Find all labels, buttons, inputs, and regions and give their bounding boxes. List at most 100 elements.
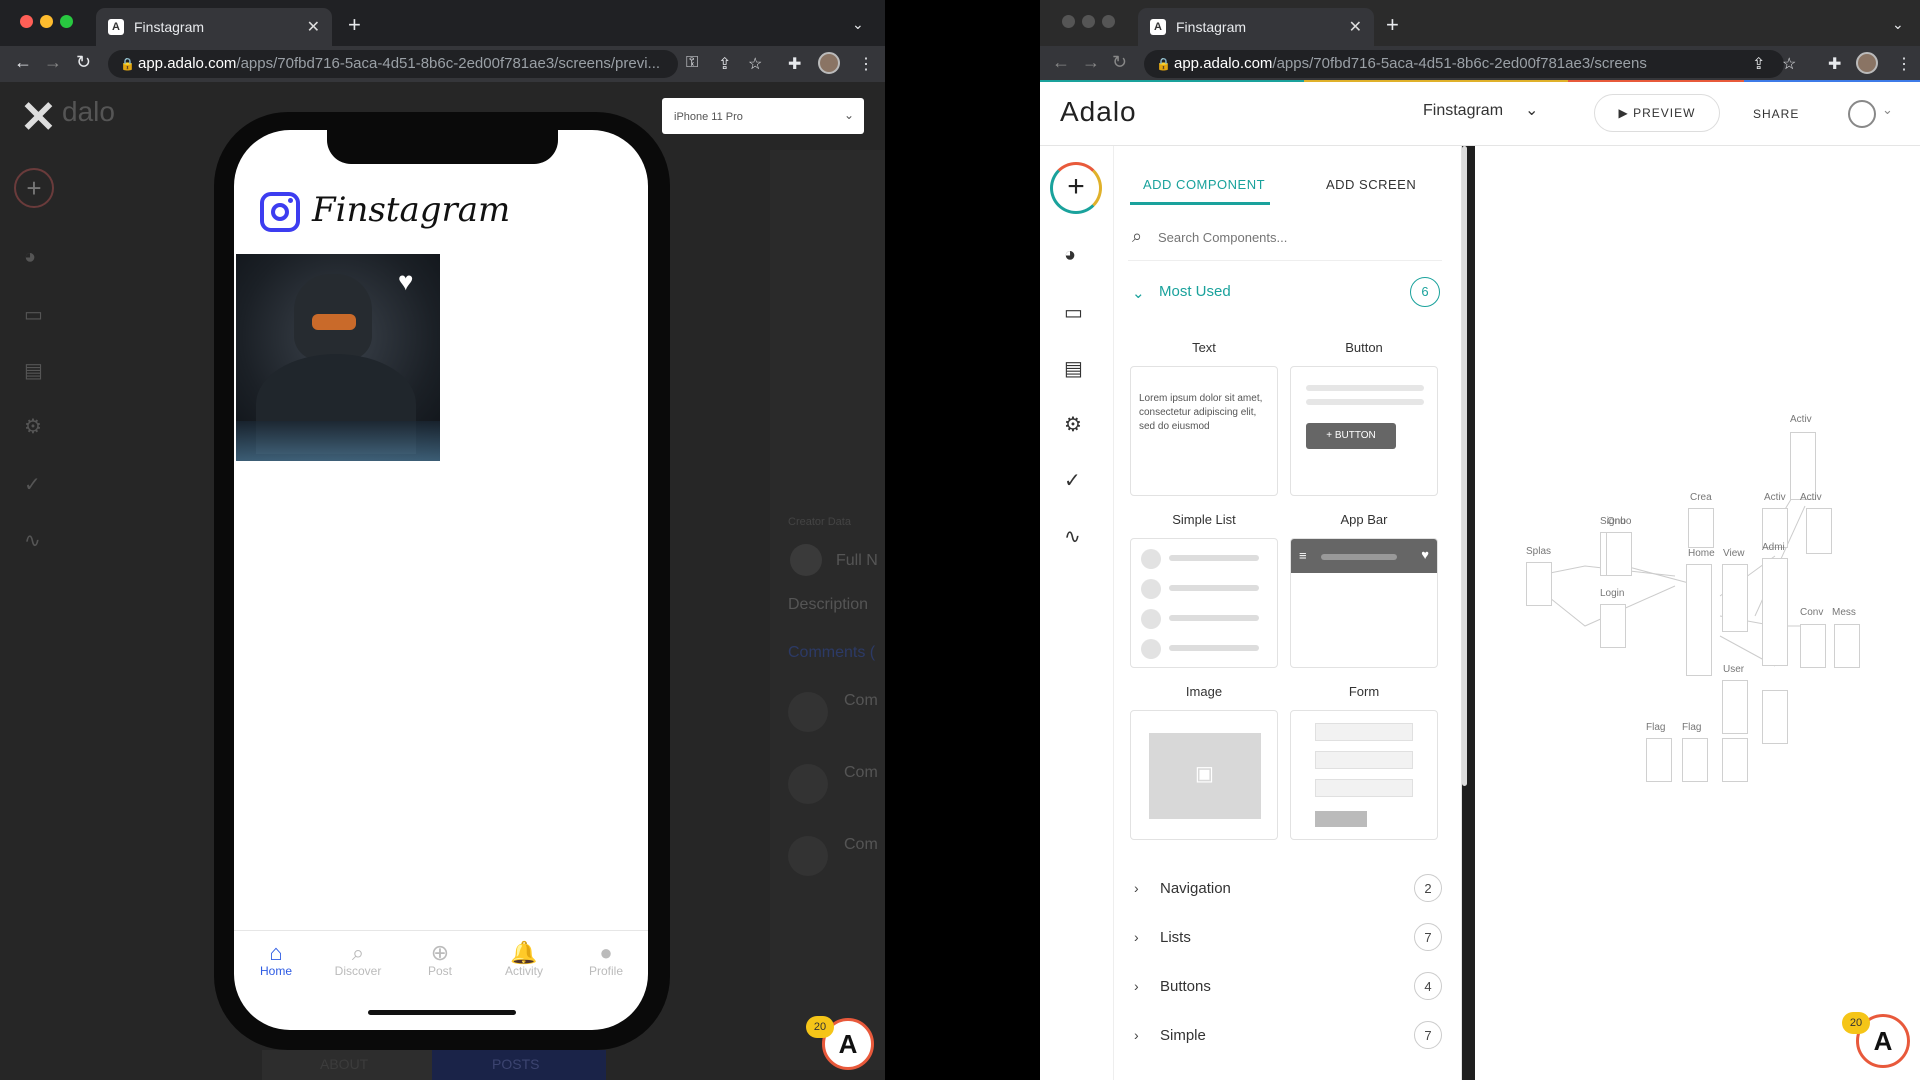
component-button-card[interactable]: + BUTTON [1290, 366, 1438, 496]
forward-button[interactable]: → [44, 52, 62, 73]
back-button[interactable]: ← [1052, 52, 1070, 73]
share-icon[interactable]: ⇪ [1752, 54, 1765, 74]
category-count: 2 [1414, 874, 1442, 902]
bell-icon: 🔔 [510, 940, 538, 965]
minimize-window-button[interactable] [40, 15, 53, 28]
address-bar[interactable]: 🔒 app.adalo.com/apps/70fbd716-5aca-4d51-… [1144, 50, 1784, 78]
maximize-window-button[interactable] [60, 15, 73, 28]
tab-bar-divider [234, 930, 648, 931]
screen-thumb[interactable] [1682, 738, 1708, 782]
preview-button[interactable]: ▶ PREVIEW [1594, 94, 1720, 132]
screen-thumb[interactable] [1722, 564, 1748, 632]
category-lists[interactable]: › Lists 7 [1128, 923, 1442, 969]
screen-label: Splas [1526, 546, 1552, 557]
chevron-down-icon[interactable]: ⌄ [1132, 284, 1145, 302]
close-tab-icon[interactable]: ✕ [307, 17, 320, 37]
forward-button[interactable]: → [1082, 52, 1100, 73]
component-form-card[interactable] [1290, 710, 1438, 840]
screen-thumb[interactable] [1526, 562, 1552, 606]
category-buttons[interactable]: › Buttons 4 [1128, 972, 1442, 1018]
tab-home[interactable]: ⌂ Home [246, 940, 306, 978]
device-select[interactable]: iPhone 11 Pro ⌄ [662, 98, 864, 134]
screen-thumb[interactable] [1646, 738, 1672, 782]
new-tab-button[interactable]: + [1386, 12, 1399, 38]
share-icon[interactable]: ⇪ [718, 54, 731, 74]
screen-thumb[interactable] [1806, 508, 1832, 554]
instagram-logo-icon [260, 192, 300, 232]
screens-icon[interactable]: ▭ [1064, 300, 1083, 325]
panel-scrollbar[interactable] [1462, 146, 1467, 786]
preview-label: PREVIEW [1633, 106, 1696, 120]
settings-icon[interactable]: ⚙ [1064, 412, 1082, 437]
tab-list-chevron-icon[interactable]: ⌄ [852, 16, 864, 33]
browser-tab[interactable]: A Finstagram ✕ [96, 8, 332, 46]
screen-thumb[interactable] [1722, 680, 1748, 734]
tab-profile[interactable]: ● Profile [576, 940, 636, 978]
address-bar[interactable]: 🔒 app.adalo.com/apps/70fbd716-5aca-4d51-… [108, 50, 678, 78]
share-button[interactable]: SHARE [1753, 107, 1799, 121]
tab-title: Finstagram [1176, 19, 1247, 35]
menu-kebab-icon[interactable]: ⋮ [1896, 54, 1912, 74]
screen-thumb[interactable] [1688, 508, 1714, 548]
minimize-window-button[interactable] [1082, 15, 1095, 28]
new-tab-button[interactable]: + [348, 12, 361, 38]
screen-thumb[interactable] [1606, 532, 1632, 576]
category-navigation[interactable]: › Navigation 2 [1128, 874, 1442, 920]
add-panel-button[interactable]: + [1050, 162, 1102, 214]
screen-thumb[interactable] [1762, 558, 1788, 666]
phone-notch [327, 128, 558, 164]
bookmark-star-icon[interactable]: ☆ [748, 54, 762, 74]
extensions-icon[interactable]: ✚ [1828, 54, 1841, 74]
menu-kebab-icon[interactable]: ⋮ [858, 54, 874, 74]
heart-icon[interactable]: ♥ [398, 266, 413, 297]
browser-tab[interactable]: A Finstagram ✕ [1138, 8, 1374, 46]
most-used-label[interactable]: Most Used [1159, 283, 1231, 300]
profile-avatar[interactable] [1856, 52, 1878, 74]
screen-label: View [1723, 548, 1745, 559]
app-name-dropdown[interactable]: Finstagram [1423, 102, 1503, 120]
component-app-bar-card[interactable]: ≡ ♥ [1290, 538, 1438, 668]
back-button[interactable]: ← [14, 52, 32, 73]
lock-icon: 🔒 [120, 57, 135, 71]
screen-thumb[interactable] [1790, 432, 1816, 500]
close-preview-icon[interactable]: ✕ [20, 96, 57, 140]
reload-button[interactable]: ↻ [76, 52, 91, 73]
tab-add-screen[interactable]: ADD SCREEN [1326, 177, 1416, 192]
screen-thumb[interactable] [1686, 564, 1712, 676]
close-tab-icon[interactable]: ✕ [1349, 17, 1362, 37]
window-gap [885, 0, 1040, 1080]
category-simple[interactable]: › Simple 7 [1128, 1021, 1442, 1067]
component-text-card[interactable]: Lorem ipsum dolor sit amet, consectetur … [1130, 366, 1278, 496]
maximize-window-button[interactable] [1102, 15, 1115, 28]
screen-thumb[interactable] [1834, 624, 1860, 668]
tab-discover[interactable]: ⌕ Discover [328, 940, 388, 978]
component-simple-list-card[interactable] [1130, 538, 1278, 668]
tab-post[interactable]: ⊕ Post [410, 940, 470, 978]
chevron-down-icon[interactable]: ⌄ [1525, 100, 1538, 120]
tab-activity[interactable]: 🔔 Activity [494, 940, 554, 978]
search-input[interactable] [1158, 226, 1428, 248]
screen-thumb[interactable] [1800, 624, 1826, 668]
bookmark-star-icon[interactable]: ☆ [1782, 54, 1796, 74]
profile-avatar[interactable] [818, 52, 840, 74]
close-window-button[interactable] [1062, 15, 1075, 28]
tab-add-component[interactable]: ADD COMPONENT [1143, 177, 1265, 192]
database-icon[interactable]: ▤ [1064, 356, 1083, 381]
chevron-down-icon[interactable]: ⌄ [1882, 102, 1893, 118]
tab-list-chevron-icon[interactable]: ⌄ [1892, 16, 1904, 33]
component-image-card[interactable]: ▣ [1130, 710, 1278, 840]
palette-icon[interactable]: ◕ [1064, 244, 1076, 267]
screen-label: Login [1600, 588, 1625, 599]
screen-thumb[interactable] [1722, 738, 1748, 782]
key-icon[interactable]: ⚿ [686, 54, 698, 72]
analytics-icon[interactable]: ∿ [1064, 524, 1081, 549]
close-window-button[interactable] [20, 15, 33, 28]
screen-thumb[interactable] [1600, 604, 1626, 648]
screen-thumb[interactable] [1762, 690, 1788, 744]
extensions-icon[interactable]: ✚ [788, 54, 801, 74]
publish-checks-icon[interactable]: ✓ [1064, 468, 1081, 493]
reload-button[interactable]: ↻ [1112, 52, 1127, 73]
account-avatar[interactable] [1848, 100, 1876, 128]
palette-icon: ◕ [24, 246, 37, 268]
adalo-logo[interactable]: Adalo [1060, 96, 1137, 128]
